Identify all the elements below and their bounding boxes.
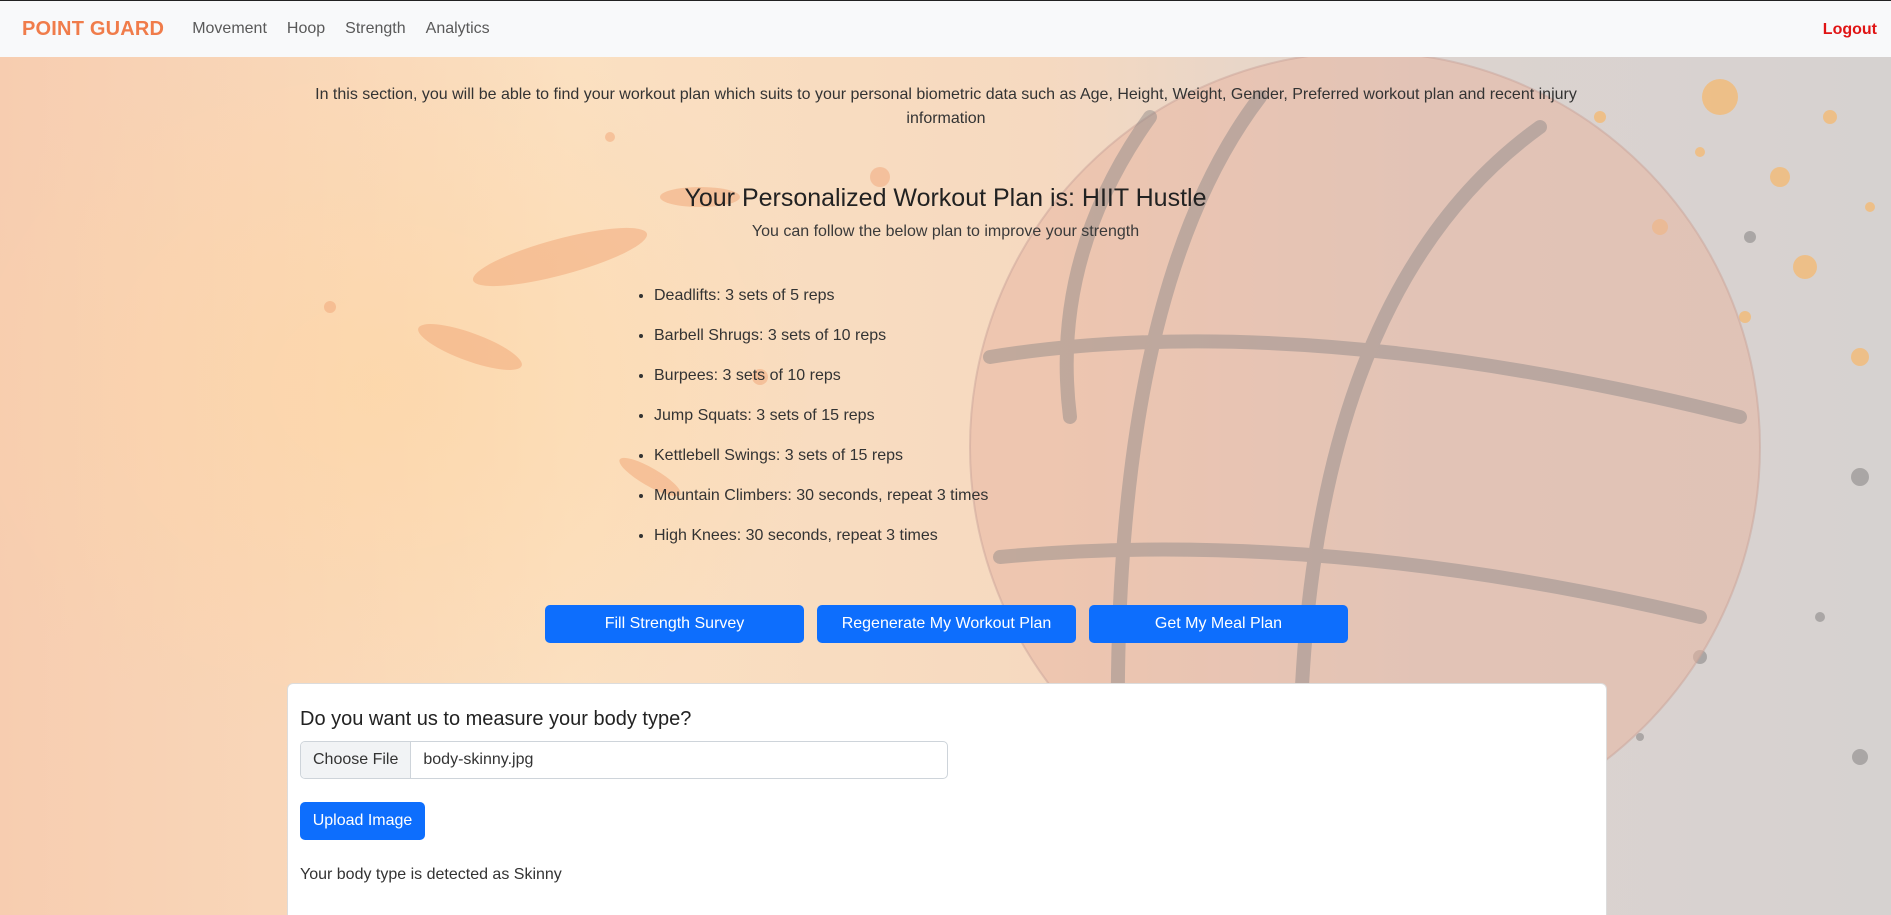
body-type-card: Do you want us to measure your body type… xyxy=(287,683,1607,915)
regenerate-workout-plan-button[interactable]: Regenerate My Workout Plan xyxy=(817,605,1076,643)
exercise-item: Deadlifts: 3 sets of 5 reps xyxy=(654,286,988,326)
exercise-list: Deadlifts: 3 sets of 5 reps Barbell Shru… xyxy=(654,286,988,566)
plan-title: Your Personalized Workout Plan is: HIIT … xyxy=(684,184,1207,212)
logout-link[interactable]: Logout xyxy=(1823,21,1877,39)
selected-file-name: body-skinny.jpg xyxy=(423,751,534,768)
choose-file-button[interactable]: Choose File xyxy=(301,742,412,778)
nav-link-hoop[interactable]: Hoop xyxy=(277,20,335,38)
exercise-item: High Knees: 30 seconds, repeat 3 times xyxy=(654,526,988,566)
plan-subtitle: You can follow the below plan to improve… xyxy=(751,223,1140,240)
exercise-item: Burpees: 3 sets of 10 reps xyxy=(654,366,988,406)
file-input[interactable]: Choose File body-skinny.jpg xyxy=(300,741,948,779)
exercise-item: Jump Squats: 3 sets of 15 reps xyxy=(654,406,988,446)
exercise-item: Mountain Climbers: 30 seconds, repeat 3 … xyxy=(654,486,988,526)
fill-strength-survey-button[interactable]: Fill Strength Survey xyxy=(545,605,804,643)
nav-link-movement[interactable]: Movement xyxy=(182,20,277,38)
exercise-item: Kettlebell Swings: 3 sets of 15 reps xyxy=(654,446,988,486)
body-type-title: Do you want us to measure your body type… xyxy=(300,708,692,730)
brand-logo[interactable]: POINT GUARD xyxy=(22,18,164,41)
nav-link-analytics[interactable]: Analytics xyxy=(416,20,500,38)
top-navbar: POINT GUARD Movement Hoop Strength Analy… xyxy=(0,0,1891,57)
get-meal-plan-button[interactable]: Get My Meal Plan xyxy=(1089,605,1348,643)
upload-image-button[interactable]: Upload Image xyxy=(300,802,425,840)
intro-text: In this section, you will be able to fin… xyxy=(315,86,1577,127)
action-buttons: Fill Strength Survey Regenerate My Worko… xyxy=(545,605,1348,643)
nav-links: Movement Hoop Strength Analytics xyxy=(182,20,499,38)
nav-link-strength[interactable]: Strength xyxy=(335,20,415,38)
body-type-result: Your body type is detected as Skinny xyxy=(300,866,562,883)
exercise-item: Barbell Shrugs: 3 sets of 10 reps xyxy=(654,326,988,366)
